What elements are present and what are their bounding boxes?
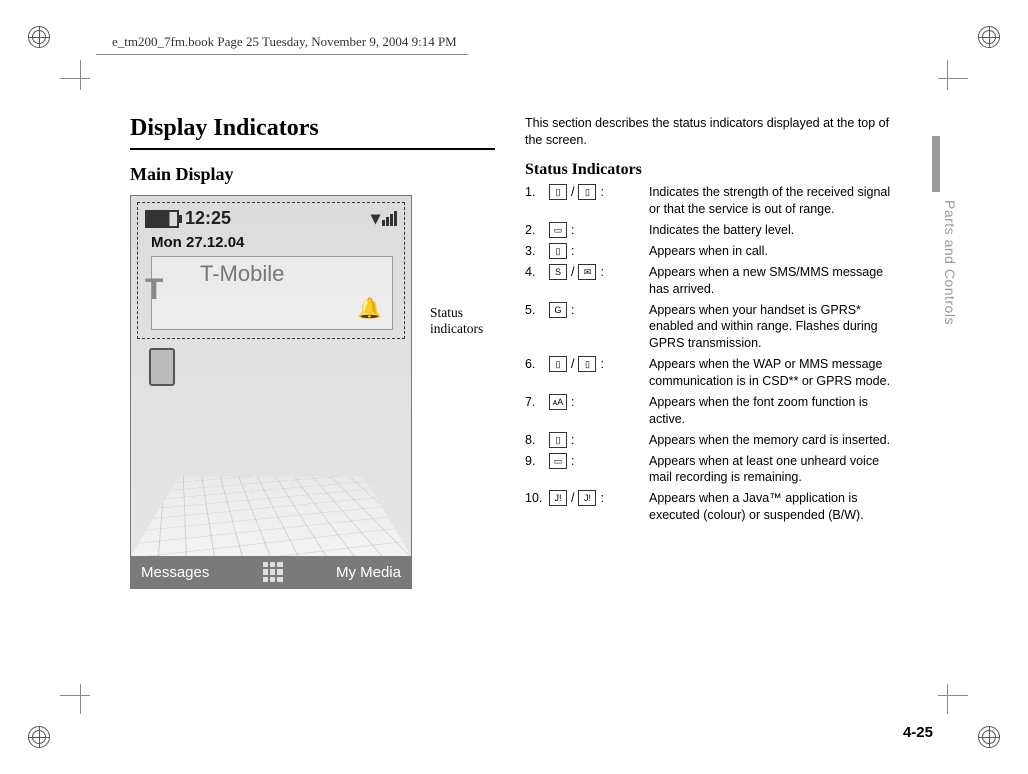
indicator-row: 3.▯ :Appears when in call.	[525, 243, 900, 260]
carrier-box: T T-Mobile 🔔	[151, 256, 393, 330]
indicator-number: 9.	[525, 453, 549, 487]
indicator-number: 6.	[525, 356, 549, 390]
phone-figure: 12:25 ▾ Mon 27.12.04 T T-Mobile 🔔 Messa	[130, 195, 420, 595]
crop-rule	[80, 684, 81, 714]
indicator-icon-cell: ▯ / ▯ :	[549, 356, 649, 390]
indicator-description: Appears when the memory card is inserted…	[649, 432, 900, 449]
sms-mms-icon: ✉	[578, 264, 596, 280]
indicator-icon-cell: ▭ :	[549, 222, 649, 239]
menu-grid-icon	[263, 562, 283, 582]
wap-mms-mode-icon: ▯	[549, 356, 567, 372]
wallpaper-floor	[131, 476, 411, 556]
page-title: Display Indicators	[130, 115, 495, 142]
indicator-icon-cell: ▯ / ▯ :	[549, 184, 649, 218]
indicator-number: 5.	[525, 302, 549, 353]
indicator-icon-cell: ᴀA :	[549, 394, 649, 428]
indicator-description: Appears when a new SMS/MMS message has a…	[649, 264, 900, 298]
registration-mark	[28, 726, 50, 748]
signal-icon: ▾	[371, 211, 397, 226]
carrier-name: T-Mobile	[200, 261, 284, 287]
indicator-description: Appears when your handset is GPRS* enabl…	[649, 302, 900, 353]
status-indicators-heading: Status Indicators	[525, 159, 900, 181]
crop-rule	[80, 60, 81, 90]
softkey-right: My Media	[336, 564, 401, 581]
indicator-description: Appears when the font zoom function is a…	[649, 394, 900, 428]
indicator-icon-cell: ▯ :	[549, 432, 649, 449]
indicator-number: 8.	[525, 432, 549, 449]
signal / no-signal-icon: ▯	[549, 184, 567, 200]
intro-text: This section describes the status indica…	[525, 115, 900, 149]
sms-mms-icon: S	[549, 264, 567, 280]
indicator-row: 6.▯ / ▯ :Appears when the WAP or MMS mes…	[525, 356, 900, 390]
registration-mark	[28, 26, 50, 48]
crop-rule	[60, 78, 90, 79]
indicator-description: Appears when the WAP or MMS message comm…	[649, 356, 900, 390]
left-column: Display Indicators Main Display 12:25 ▾ …	[130, 115, 495, 595]
indicator-row: 9.▭ :Appears when at least one unheard v…	[525, 453, 900, 487]
indicator-row: 7.ᴀA :Appears when the font zoom functio…	[525, 394, 900, 428]
indicator-icon-cell: ▯ :	[549, 243, 649, 260]
right-column: This section describes the status indica…	[525, 115, 900, 595]
indicator-row: 5.G :Appears when your handset is GPRS* …	[525, 302, 900, 353]
battery-icon	[145, 210, 179, 228]
indicator-description: Indicates the strength of the received s…	[649, 184, 900, 218]
crop-rule	[938, 695, 968, 696]
running-header: e_tm200_7fm.book Page 25 Tuesday, Novemb…	[112, 34, 457, 50]
phone-screen-image: 12:25 ▾ Mon 27.12.04 T T-Mobile 🔔 Messa	[130, 195, 412, 589]
indicator-icon-cell: J! / J! :	[549, 490, 649, 524]
gprs-icon: G	[549, 302, 567, 318]
phone-date: Mon 27.12.04	[151, 234, 244, 251]
page-number: 4-25	[903, 724, 933, 741]
java-icon: J!	[578, 490, 596, 506]
crop-rule	[938, 78, 968, 79]
voicemail-icon: ▭	[549, 453, 567, 469]
indicator-number: 10.	[525, 490, 549, 524]
battery-icon: ▭	[549, 222, 567, 238]
phone-status-row: 12:25 ▾	[145, 208, 397, 229]
callout-label: Status indicators	[430, 305, 483, 337]
section-side-tab: Parts and Controls	[942, 200, 958, 325]
indicator-description: Appears when at least one unheard voice …	[649, 453, 900, 487]
in-call-icon: ▯	[549, 243, 567, 259]
indicator-number: 1.	[525, 184, 549, 218]
bell-icon: 🔔	[357, 296, 382, 321]
indicator-number: 3.	[525, 243, 549, 260]
title-rule	[130, 148, 495, 150]
handset-icon	[149, 348, 175, 386]
subtitle-main-display: Main Display	[130, 164, 495, 185]
indicator-row: 2.▭ :Indicates the battery level.	[525, 222, 900, 239]
indicator-number: 2.	[525, 222, 549, 239]
indicator-row: 1.▯ / ▯ :Indicates the strength of the r…	[525, 184, 900, 218]
signal / no-signal-icon: ▯	[578, 184, 596, 200]
font-zoom-icon: ᴀA	[549, 394, 567, 410]
indicator-number: 4.	[525, 264, 549, 298]
indicator-number: 7.	[525, 394, 549, 428]
indicator-description: Appears when in call.	[649, 243, 900, 260]
indicator-description: Appears when a Java™ application is exec…	[649, 490, 900, 524]
softkey-left: Messages	[141, 564, 209, 581]
phone-clock: 12:25	[185, 208, 231, 229]
indicator-list: 1.▯ / ▯ :Indicates the strength of the r…	[525, 184, 900, 524]
crop-rule	[947, 60, 948, 90]
crop-rule	[947, 684, 948, 714]
t-mobile-logo-icon: T	[145, 273, 163, 307]
page-content: Display Indicators Main Display 12:25 ▾ …	[130, 115, 900, 595]
indicator-icon-cell: G :	[549, 302, 649, 353]
indicator-row: 10.J! / J! :Appears when a Java™ applica…	[525, 490, 900, 524]
java-icon: J!	[549, 490, 567, 506]
softkey-bar: Messages My Media	[131, 556, 411, 588]
indicator-row: 4.S / ✉ :Appears when a new SMS/MMS mess…	[525, 264, 900, 298]
indicator-icon-cell: ▭ :	[549, 453, 649, 487]
wap-mms-mode-icon: ▯	[578, 356, 596, 372]
registration-mark	[978, 26, 1000, 48]
indicator-description: Indicates the battery level.	[649, 222, 900, 239]
registration-mark	[978, 726, 1000, 748]
header-rule	[96, 54, 468, 55]
crop-rule	[60, 695, 90, 696]
indicator-icon-cell: S / ✉ :	[549, 264, 649, 298]
memory-card-icon: ▯	[549, 432, 567, 448]
indicator-row: 8.▯ :Appears when the memory card is ins…	[525, 432, 900, 449]
